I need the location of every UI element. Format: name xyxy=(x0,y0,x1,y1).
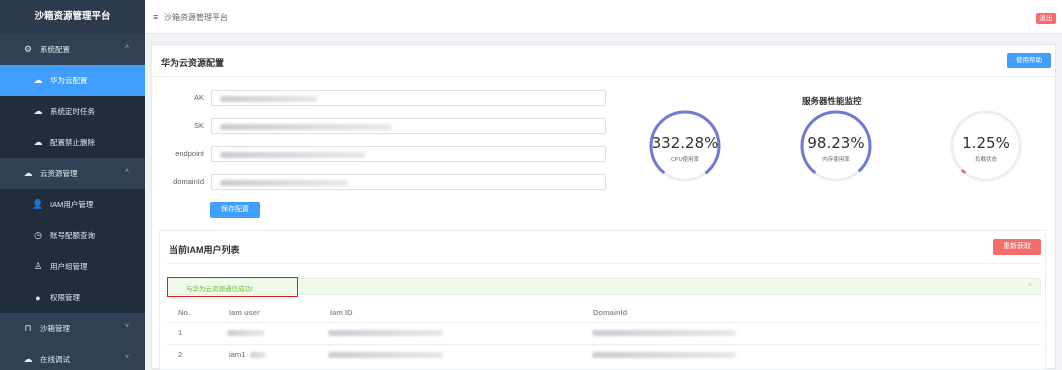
sk-input[interactable] xyxy=(211,118,606,134)
chevron-down-icon: ˅ xyxy=(124,354,129,361)
menu-label: 系统配置 xyxy=(40,45,70,54)
domainid-input[interactable] xyxy=(211,174,606,190)
cloud-icon: ☁ xyxy=(33,75,43,85)
app-brand: 沙箱资源管理平台 xyxy=(0,0,145,34)
sk-label: SK xyxy=(193,121,204,130)
redacted-value xyxy=(250,352,266,358)
logout-button[interactable]: 退出 xyxy=(1036,13,1056,24)
info-icon: ● xyxy=(35,292,41,303)
ak-input[interactable] xyxy=(211,90,606,106)
memory-usage-label: 内存使用率 xyxy=(822,157,850,163)
menu-label: 账号配额查询 xyxy=(50,231,95,240)
lock-icon: ⊓ xyxy=(24,323,32,333)
menu-label: 沙箱管理 xyxy=(40,324,70,333)
help-button[interactable]: 使用帮助 xyxy=(1007,53,1051,68)
menu-label: 配置禁止删除 xyxy=(50,138,95,147)
close-icon[interactable]: × xyxy=(1028,282,1032,289)
config-card-header: 华为云资源配置 使用帮助 xyxy=(152,45,1055,77)
menu-label: 云资源管理 xyxy=(40,169,78,178)
redacted-value xyxy=(328,352,444,358)
cpu-gauge: 332.28% CPU使用率 xyxy=(647,108,723,184)
memory-gauge: 98.23% 内存使用率 xyxy=(798,108,874,184)
menu-label: 权限管理 xyxy=(50,293,80,302)
redacted-value xyxy=(227,330,265,336)
menu-label: 系统定时任务 xyxy=(50,107,95,116)
menu-system-config[interactable]: ⚙ 系统配置 ˄ xyxy=(0,34,145,65)
cloud-icon: ☁ xyxy=(23,354,33,364)
user-outline-icon: ♙ xyxy=(33,261,43,271)
hamburger-icon[interactable]: ≡ xyxy=(153,12,158,22)
redacted-value xyxy=(220,96,318,102)
cloud-outline-icon: ☁ xyxy=(23,168,33,178)
cloud-icon: ☁ xyxy=(33,137,43,147)
col-iam-id: Iam ID xyxy=(330,308,353,317)
form-row-sk: SK xyxy=(147,118,607,134)
menu-label: 用户组管理 xyxy=(50,262,88,271)
load-status-value: 1.25% xyxy=(962,134,1010,152)
gear-icon: ⚙ xyxy=(23,44,33,54)
redacted-value xyxy=(328,330,444,336)
header-title: 沙箱资源管理平台 xyxy=(164,13,228,22)
cpu-usage-label: CPU使用率 xyxy=(670,157,700,163)
user-icon: 👤 xyxy=(32,199,44,209)
row-iam-user: iam1 xyxy=(229,350,246,359)
form-row-ak: AK xyxy=(147,90,607,106)
load-gauge: 1.25% 负载状态 xyxy=(948,108,1024,184)
col-iam-user: Iam user xyxy=(229,308,260,317)
iam-list-title: 当前IAM用户列表 xyxy=(169,245,240,255)
domainid-label: domainId xyxy=(173,177,204,186)
menu-label: 在线调试 xyxy=(40,355,70,364)
redacted-value xyxy=(592,330,736,336)
form-row-endpoint: endpoint xyxy=(147,146,607,162)
menu-account-quota[interactable]: ◷ 账号配额查询 xyxy=(0,220,145,251)
chevron-up-icon: ˄ xyxy=(124,44,129,51)
col-domainid: DomainId xyxy=(593,308,628,317)
menu-online-debug[interactable]: ☁ 在线调试 ˅ xyxy=(0,344,145,370)
menu-label: 华为云配置 xyxy=(50,76,88,85)
highlight-box xyxy=(167,277,298,297)
sidebar: 沙箱资源管理平台 ⚙ 系统配置 ˄ ☁ 华为云配置 ☁ 系统定时任务 ☁ 配置禁… xyxy=(0,0,145,370)
success-alert: 与华为云资源通信成功! × xyxy=(167,278,1041,295)
endpoint-label: endpoint xyxy=(175,149,204,158)
form-row-domainid: domainId xyxy=(147,174,607,190)
memory-usage-value: 98.23% xyxy=(807,134,865,152)
menu-user-group-mgmt[interactable]: ♙ 用户组管理 xyxy=(0,251,145,282)
cpu-usage-value: 332.28% xyxy=(651,134,719,152)
menu-config-no-delete[interactable]: ☁ 配置禁止删除 xyxy=(0,127,145,158)
endpoint-input[interactable] xyxy=(211,146,606,162)
redacted-value xyxy=(220,124,392,130)
menu-system-scheduled-tasks[interactable]: ☁ 系统定时任务 xyxy=(0,96,145,127)
menu-iam-user-mgmt[interactable]: 👤 IAM用户管理 xyxy=(0,189,145,220)
clock-icon: ◷ xyxy=(34,230,42,240)
menu-permission-mgmt[interactable]: ● 权限管理 xyxy=(0,282,145,313)
table-row-divider xyxy=(167,344,1041,345)
load-status-label: 负载状态 xyxy=(974,157,997,163)
menu-huawei-cloud-config[interactable]: ☁ 华为云配置 xyxy=(0,65,145,96)
chevron-up-icon: ˄ xyxy=(124,168,129,175)
ak-label: AK xyxy=(193,93,204,102)
save-config-button[interactable]: 保存配置 xyxy=(210,202,260,218)
row-no: 2 xyxy=(178,350,183,359)
menu-cloud-resource-mgmt[interactable]: ☁ 云资源管理 ˄ xyxy=(0,158,145,189)
cloud-icon: ☁ xyxy=(33,106,43,116)
menu-label: IAM用户管理 xyxy=(50,200,94,209)
col-no: No. xyxy=(178,308,191,317)
iam-user-card: 当前IAM用户列表 重新获取 与华为云资源通信成功! × No. Iam use… xyxy=(159,230,1046,370)
menu-sandbox-mgmt[interactable]: ⊓ 沙箱管理 ˅ xyxy=(0,313,145,344)
redacted-value xyxy=(220,152,366,158)
refresh-button[interactable]: 重新获取 xyxy=(993,239,1041,255)
top-header: ≡ 沙箱资源管理平台 退出 xyxy=(145,0,1062,34)
chevron-down-icon: ˅ xyxy=(124,323,129,330)
redacted-value xyxy=(220,180,348,186)
table-row-divider xyxy=(167,322,1041,323)
divider xyxy=(167,263,1041,264)
row-no: 1 xyxy=(178,328,183,337)
monitor-title: 服务器性能监控 xyxy=(802,96,862,106)
redacted-value xyxy=(592,352,736,358)
config-title: 华为云资源配置 xyxy=(161,58,225,68)
